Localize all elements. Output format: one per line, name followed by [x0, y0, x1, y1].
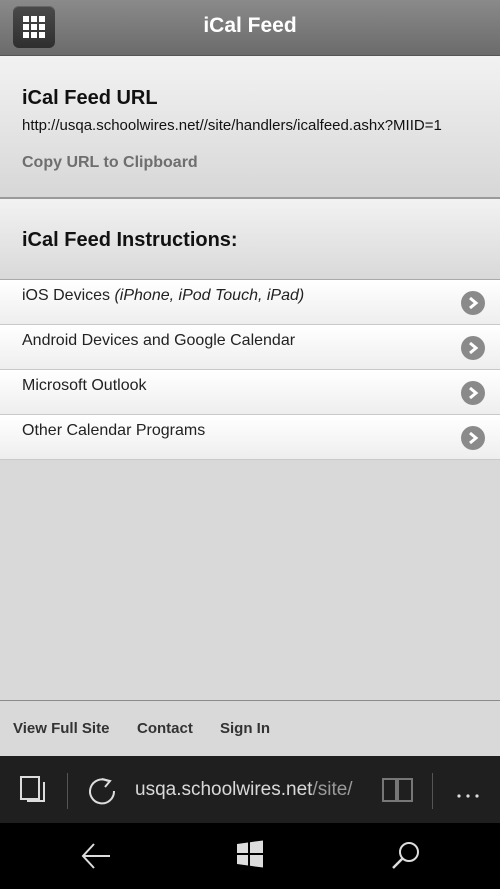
- site-footer: View Full Site Contact Sign In: [0, 700, 500, 756]
- instructions-list: iOS Devices (iPhone, iPod Touch, iPad) A…: [0, 280, 500, 460]
- refresh-icon[interactable]: [86, 775, 118, 812]
- list-item-label: Other Calendar Programs: [22, 422, 206, 439]
- list-item-label: Android Devices and Google Calendar: [22, 332, 296, 349]
- view-full-site-link[interactable]: View Full Site: [13, 720, 109, 737]
- reading-view-icon[interactable]: [381, 775, 415, 810]
- list-item-ios[interactable]: iOS Devices (iPhone, iPod Touch, iPad): [0, 280, 500, 325]
- chevron-right-icon: [461, 291, 485, 315]
- ical-url-section: iCal Feed URL http://usqa.schoolwires.ne…: [0, 56, 500, 199]
- feed-url: http://usqa.schoolwires.net//site/handle…: [22, 117, 442, 134]
- toolbar-divider: [432, 773, 433, 809]
- list-item-label: Microsoft Outlook: [22, 377, 147, 394]
- instructions-heading: iCal Feed Instructions:: [22, 229, 238, 251]
- chevron-right-icon: [461, 336, 485, 360]
- page-title: iCal Feed: [203, 14, 297, 37]
- chevron-right-icon: [461, 381, 485, 405]
- toolbar-divider: [67, 773, 68, 809]
- sign-in-link[interactable]: Sign In: [220, 720, 270, 737]
- list-item-other[interactable]: Other Calendar Programs: [0, 415, 500, 460]
- tabs-icon[interactable]: [19, 775, 47, 810]
- contact-link[interactable]: Contact: [137, 720, 193, 737]
- browser-toolbar: usqa.schoolwires.net/site/: [0, 756, 500, 823]
- more-options-icon[interactable]: [456, 786, 480, 804]
- chevron-right-icon: [461, 426, 485, 450]
- list-item-outlook[interactable]: Microsoft Outlook: [0, 370, 500, 415]
- system-nav-bar: [0, 823, 500, 889]
- copy-url-button[interactable]: Copy URL to Clipboard: [22, 154, 198, 172]
- windows-start-icon[interactable]: [236, 840, 264, 873]
- app-header: iCal Feed: [0, 0, 500, 56]
- list-item-android[interactable]: Android Devices and Google Calendar: [0, 325, 500, 370]
- back-arrow-icon[interactable]: [80, 841, 112, 876]
- instructions-section: iCal Feed Instructions:: [0, 199, 500, 280]
- list-item-label: iOS Devices (iPhone, iPod Touch, iPad): [22, 287, 305, 304]
- url-heading: iCal Feed URL: [22, 87, 158, 109]
- search-icon[interactable]: [390, 840, 422, 877]
- address-bar[interactable]: usqa.schoolwires.net/site/: [135, 779, 367, 801]
